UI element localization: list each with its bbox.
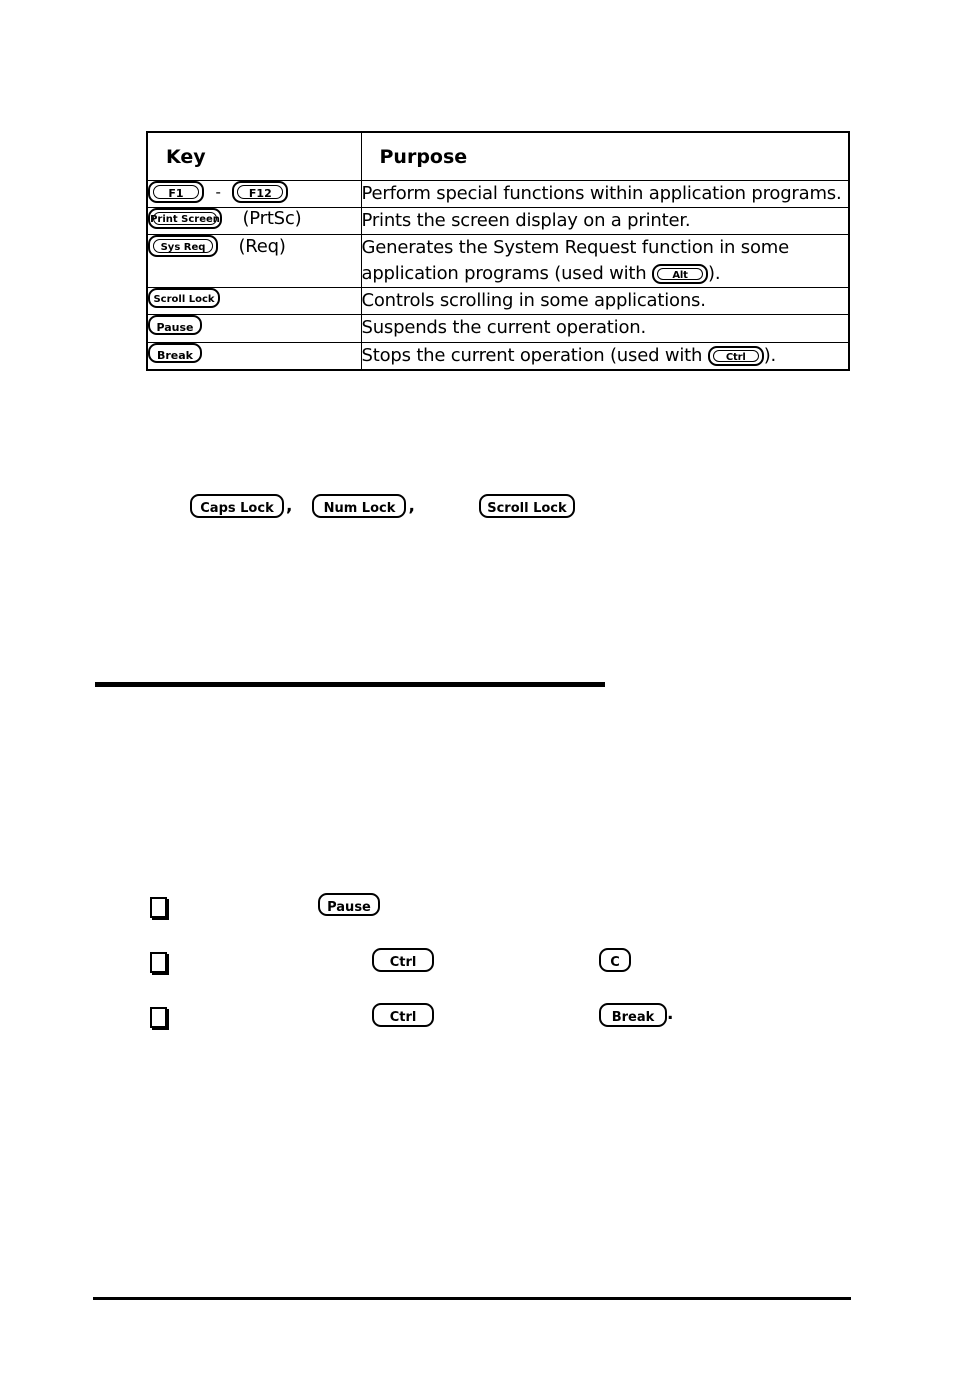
purpose-text: Stops the current operation (used with — [361, 344, 708, 366]
list-item: Pause — [150, 893, 910, 948]
list-item: Ctrl Break . — [150, 1003, 910, 1058]
key-sys-req: Sys Req — [148, 235, 218, 258]
cell-key: Scroll Lock — [146, 287, 362, 316]
lock-keys-separator-1: , — [286, 496, 293, 516]
column-header-purpose: Purpose — [360, 131, 850, 181]
purpose-text: Prints the screen display on a printer. — [361, 210, 691, 232]
key-alias-req: (Req) — [238, 235, 286, 257]
table-row: Print Screen (PrtSc) Prints the screen d… — [146, 207, 850, 236]
key-pause-bullet: Pause — [318, 893, 380, 916]
cell-purpose: Suspends the current operation. — [360, 314, 850, 343]
document-page: Key Purpose F1 - F12 Perform special fun… — [0, 0, 954, 1378]
bullet-square-icon — [150, 1007, 167, 1028]
key-alias-prtsc: (PrtSc) — [242, 208, 302, 230]
key-purpose-table: Key Purpose F1 - F12 Perform special fun… — [146, 131, 850, 371]
lock-keys-separator-2: , — [408, 496, 415, 516]
key-scroll-lock: Scroll Lock — [148, 288, 220, 309]
key-alt-inline: Alt — [652, 264, 708, 285]
table-header-row: Key Purpose — [146, 131, 850, 181]
table-row: Sys Req (Req) Generates the System Reque… — [146, 234, 850, 289]
key-num-lock: Num Lock — [312, 494, 407, 518]
cell-key: Pause — [146, 314, 362, 343]
key-break-bullet: Break — [599, 1003, 667, 1027]
cell-key: Sys Req (Req) — [146, 234, 362, 289]
purpose-text: Suspends the current operation. — [361, 317, 647, 339]
table-row: F1 - F12 Perform special functions withi… — [146, 179, 850, 209]
table-row: Pause Suspends the current operation. — [146, 314, 850, 343]
cell-purpose: Stops the current operation (used with C… — [360, 341, 850, 371]
table-header: Key Purpose — [146, 131, 850, 181]
column-header-key: Key — [146, 131, 362, 181]
table-row: Scroll Lock Controls scrolling in some a… — [146, 287, 850, 316]
purpose-text: Perform special functions within applica… — [361, 183, 842, 204]
bullet-trailing-punctuation: . — [667, 1004, 674, 1025]
key-range-dash: - — [215, 183, 221, 201]
purpose-text: Controls scrolling in some applications. — [361, 290, 706, 312]
table-body: F1 - F12 Perform special functions withi… — [146, 179, 850, 371]
key-ctrl-inline: Ctrl — [707, 345, 764, 366]
bullet-square-icon — [150, 952, 167, 973]
key-pause: Pause — [148, 315, 202, 336]
footer-divider-rule — [93, 1297, 851, 1300]
key-ctrl-bullet-2: Ctrl — [372, 1003, 434, 1027]
key-scroll-lock-standalone: Scroll Lock — [478, 494, 575, 518]
cell-key: Break — [146, 341, 362, 371]
purpose-text: Generates the System Request function in… — [361, 237, 790, 285]
cell-purpose: Prints the screen display on a printer. — [360, 207, 850, 236]
bullet-list: Pause Ctrl C Ctrl Break . — [150, 893, 910, 1058]
bullet-square-icon — [150, 897, 167, 918]
cell-key: Print Screen (PrtSc) — [146, 207, 362, 236]
cell-purpose: Generates the System Request function in… — [360, 234, 850, 289]
key-print-screen: Print Screen — [148, 208, 222, 230]
key-f12: F12 — [232, 181, 289, 203]
key-ctrl-bullet: Ctrl — [372, 948, 434, 972]
table-row: Break Stops the current operation (used … — [146, 341, 850, 371]
key-break: Break — [148, 342, 202, 363]
key-c-bullet: C — [599, 948, 631, 972]
section-divider-rule — [95, 682, 605, 687]
cell-key: F1 - F12 — [146, 179, 362, 209]
purpose-suffix: ). — [763, 344, 777, 366]
cell-purpose: Perform special functions within applica… — [360, 179, 850, 209]
cell-purpose: Controls scrolling in some applications. — [360, 287, 850, 316]
key-caps-lock: Caps Lock — [190, 494, 284, 518]
key-f1: F1 — [148, 181, 204, 203]
lock-keys-row: Caps Lock , Num Lock , Scroll Lock — [190, 494, 575, 518]
purpose-suffix: ). — [708, 263, 721, 285]
list-item: Ctrl C — [150, 948, 910, 1003]
